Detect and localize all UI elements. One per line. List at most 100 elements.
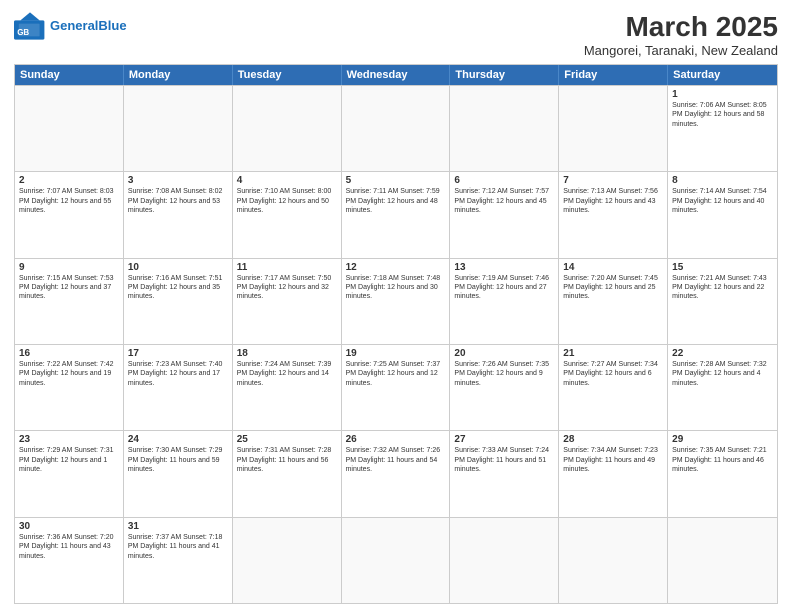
day-cell-2: 2Sunrise: 7:07 AM Sunset: 8:03 PM Daylig… [15,172,124,257]
day-cell-11: 11Sunrise: 7:17 AM Sunset: 7:50 PM Dayli… [233,259,342,344]
logo-text: GeneralBlue [50,19,127,33]
day-info: Sunrise: 7:19 AM Sunset: 7:46 PM Dayligh… [454,274,554,302]
empty-cell-0-1 [124,86,233,171]
header-day-thursday: Thursday [450,65,559,85]
day-number: 9 [19,262,119,273]
calendar-row-5: 30Sunrise: 7:36 AM Sunset: 7:20 PM Dayli… [15,517,777,603]
day-info: Sunrise: 7:21 AM Sunset: 7:43 PM Dayligh… [672,274,773,302]
day-info: Sunrise: 7:25 AM Sunset: 7:37 PM Dayligh… [346,360,446,388]
day-info: Sunrise: 7:37 AM Sunset: 7:18 PM Dayligh… [128,533,228,561]
day-info: Sunrise: 7:06 AM Sunset: 8:05 PM Dayligh… [672,101,773,129]
day-cell-5: 5Sunrise: 7:11 AM Sunset: 7:59 PM Daylig… [342,172,451,257]
day-number: 11 [237,262,337,273]
day-info: Sunrise: 7:34 AM Sunset: 7:23 PM Dayligh… [563,446,663,474]
day-cell-28: 28Sunrise: 7:34 AM Sunset: 7:23 PM Dayli… [559,431,668,516]
page: GB GeneralBlue March 2025 Mangorei, Tara… [0,0,792,612]
day-cell-14: 14Sunrise: 7:20 AM Sunset: 7:45 PM Dayli… [559,259,668,344]
day-cell-18: 18Sunrise: 7:24 AM Sunset: 7:39 PM Dayli… [233,345,342,430]
day-number: 17 [128,348,228,359]
day-cell-12: 12Sunrise: 7:18 AM Sunset: 7:48 PM Dayli… [342,259,451,344]
day-cell-19: 19Sunrise: 7:25 AM Sunset: 7:37 PM Dayli… [342,345,451,430]
day-number: 7 [563,175,663,186]
day-number: 14 [563,262,663,273]
day-cell-24: 24Sunrise: 7:30 AM Sunset: 7:29 PM Dayli… [124,431,233,516]
empty-cell-0-4 [450,86,559,171]
day-info: Sunrise: 7:35 AM Sunset: 7:21 PM Dayligh… [672,446,773,474]
day-number: 16 [19,348,119,359]
day-cell-13: 13Sunrise: 7:19 AM Sunset: 7:46 PM Dayli… [450,259,559,344]
day-cell-9: 9Sunrise: 7:15 AM Sunset: 7:53 PM Daylig… [15,259,124,344]
day-cell-31: 31Sunrise: 7:37 AM Sunset: 7:18 PM Dayli… [124,518,233,603]
day-cell-30: 30Sunrise: 7:36 AM Sunset: 7:20 PM Dayli… [15,518,124,603]
day-number: 31 [128,521,228,532]
day-info: Sunrise: 7:28 AM Sunset: 7:32 PM Dayligh… [672,360,773,388]
day-info: Sunrise: 7:08 AM Sunset: 8:02 PM Dayligh… [128,187,228,215]
day-cell-26: 26Sunrise: 7:32 AM Sunset: 7:26 PM Dayli… [342,431,451,516]
day-info: Sunrise: 7:31 AM Sunset: 7:28 PM Dayligh… [237,446,337,474]
day-cell-1: 1Sunrise: 7:06 AM Sunset: 8:05 PM Daylig… [668,86,777,171]
day-number: 19 [346,348,446,359]
day-info: Sunrise: 7:17 AM Sunset: 7:50 PM Dayligh… [237,274,337,302]
main-title: March 2025 [584,12,778,43]
day-number: 28 [563,434,663,445]
calendar-row-2: 9Sunrise: 7:15 AM Sunset: 7:53 PM Daylig… [15,258,777,344]
logo-blue: Blue [98,18,126,33]
day-info: Sunrise: 7:07 AM Sunset: 8:03 PM Dayligh… [19,187,119,215]
day-number: 13 [454,262,554,273]
day-cell-25: 25Sunrise: 7:31 AM Sunset: 7:28 PM Dayli… [233,431,342,516]
day-number: 24 [128,434,228,445]
calendar-row-4: 23Sunrise: 7:29 AM Sunset: 7:31 PM Dayli… [15,430,777,516]
title-block: March 2025 Mangorei, Taranaki, New Zeala… [584,12,778,58]
empty-cell-5-4 [450,518,559,603]
day-number: 27 [454,434,554,445]
calendar-body: 1Sunrise: 7:06 AM Sunset: 8:05 PM Daylig… [15,85,777,603]
empty-cell-5-2 [233,518,342,603]
day-cell-15: 15Sunrise: 7:21 AM Sunset: 7:43 PM Dayli… [668,259,777,344]
day-cell-27: 27Sunrise: 7:33 AM Sunset: 7:24 PM Dayli… [450,431,559,516]
day-number: 10 [128,262,228,273]
header-day-sunday: Sunday [15,65,124,85]
day-cell-16: 16Sunrise: 7:22 AM Sunset: 7:42 PM Dayli… [15,345,124,430]
subtitle: Mangorei, Taranaki, New Zealand [584,43,778,58]
day-number: 15 [672,262,773,273]
logo-general: General [50,18,98,33]
day-info: Sunrise: 7:20 AM Sunset: 7:45 PM Dayligh… [563,274,663,302]
logo: GB GeneralBlue [14,12,127,40]
day-info: Sunrise: 7:13 AM Sunset: 7:56 PM Dayligh… [563,187,663,215]
calendar-header: SundayMondayTuesdayWednesdayThursdayFrid… [15,65,777,85]
empty-cell-0-2 [233,86,342,171]
day-cell-29: 29Sunrise: 7:35 AM Sunset: 7:21 PM Dayli… [668,431,777,516]
day-info: Sunrise: 7:29 AM Sunset: 7:31 PM Dayligh… [19,446,119,474]
day-number: 20 [454,348,554,359]
day-info: Sunrise: 7:30 AM Sunset: 7:29 PM Dayligh… [128,446,228,474]
day-info: Sunrise: 7:12 AM Sunset: 7:57 PM Dayligh… [454,187,554,215]
generalblue-logo-icon: GB [14,12,46,40]
day-cell-8: 8Sunrise: 7:14 AM Sunset: 7:54 PM Daylig… [668,172,777,257]
header-day-monday: Monday [124,65,233,85]
day-cell-23: 23Sunrise: 7:29 AM Sunset: 7:31 PM Dayli… [15,431,124,516]
day-number: 22 [672,348,773,359]
header-day-wednesday: Wednesday [342,65,451,85]
day-info: Sunrise: 7:18 AM Sunset: 7:48 PM Dayligh… [346,274,446,302]
day-cell-21: 21Sunrise: 7:27 AM Sunset: 7:34 PM Dayli… [559,345,668,430]
day-number: 6 [454,175,554,186]
empty-cell-0-0 [15,86,124,171]
day-cell-7: 7Sunrise: 7:13 AM Sunset: 7:56 PM Daylig… [559,172,668,257]
day-number: 21 [563,348,663,359]
header-day-saturday: Saturday [668,65,777,85]
day-number: 30 [19,521,119,532]
empty-cell-5-6 [668,518,777,603]
svg-text:GB: GB [17,28,29,37]
day-cell-10: 10Sunrise: 7:16 AM Sunset: 7:51 PM Dayli… [124,259,233,344]
day-info: Sunrise: 7:10 AM Sunset: 8:00 PM Dayligh… [237,187,337,215]
day-number: 1 [672,89,773,100]
calendar: SundayMondayTuesdayWednesdayThursdayFrid… [14,64,778,604]
day-info: Sunrise: 7:15 AM Sunset: 7:53 PM Dayligh… [19,274,119,302]
day-info: Sunrise: 7:22 AM Sunset: 7:42 PM Dayligh… [19,360,119,388]
day-number: 29 [672,434,773,445]
day-number: 18 [237,348,337,359]
day-info: Sunrise: 7:23 AM Sunset: 7:40 PM Dayligh… [128,360,228,388]
day-info: Sunrise: 7:24 AM Sunset: 7:39 PM Dayligh… [237,360,337,388]
day-number: 25 [237,434,337,445]
day-info: Sunrise: 7:33 AM Sunset: 7:24 PM Dayligh… [454,446,554,474]
